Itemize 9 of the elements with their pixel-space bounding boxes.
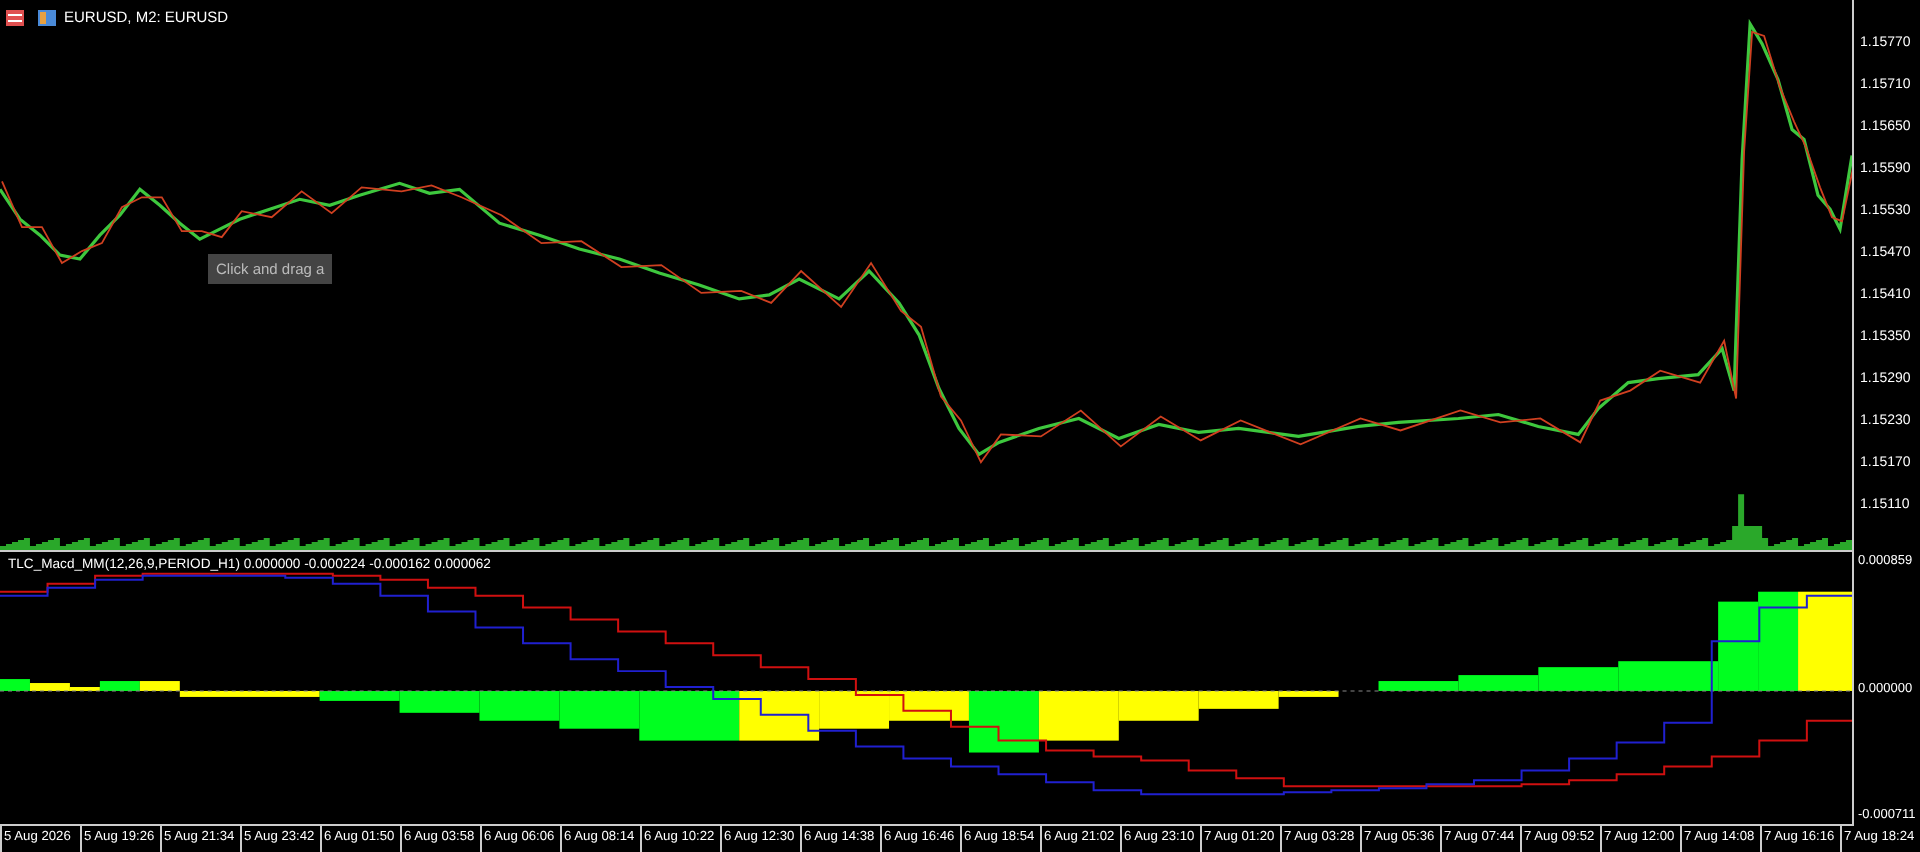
histogram-bar xyxy=(739,691,820,741)
list-icon[interactable] xyxy=(6,9,24,26)
chart-icon[interactable] xyxy=(38,9,56,26)
histogram-bar xyxy=(1758,591,1799,691)
histogram-bar xyxy=(819,691,890,729)
histogram-bar xyxy=(479,691,560,721)
histogram-bar xyxy=(559,691,640,729)
histogram-bar xyxy=(1798,591,1852,691)
histogram-bar xyxy=(639,691,740,741)
